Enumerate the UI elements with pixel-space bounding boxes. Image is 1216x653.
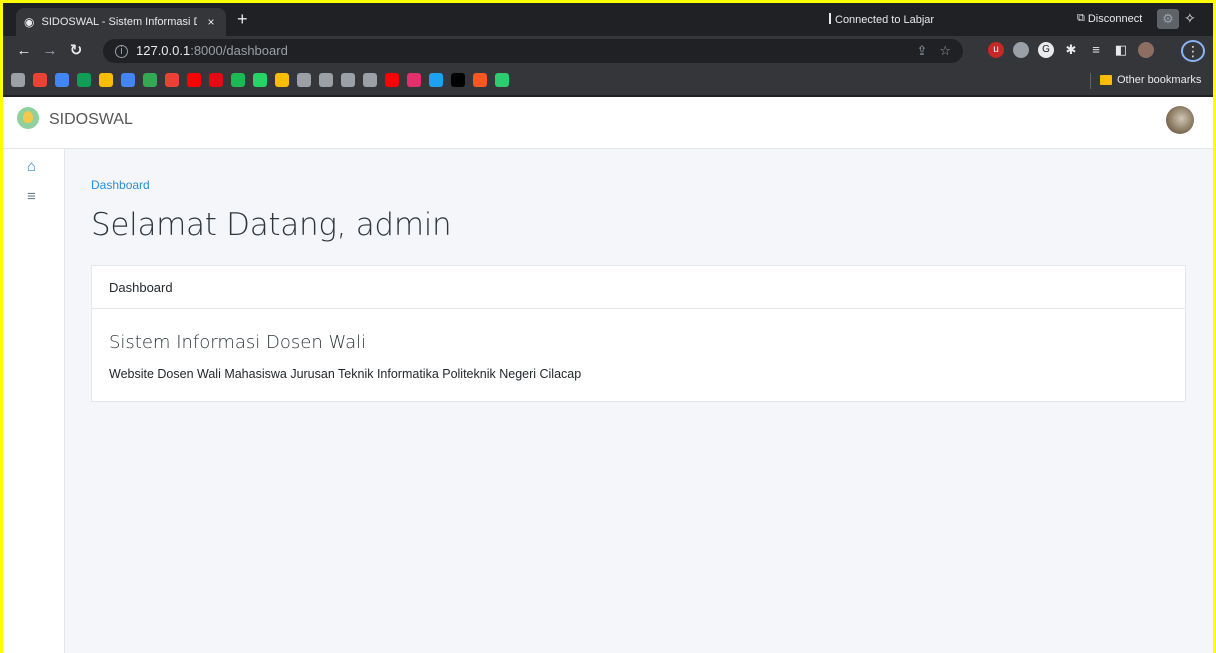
reading-list-icon[interactable]: ≡ <box>1088 42 1104 58</box>
menu-icon[interactable]: ⋮ <box>1181 40 1205 62</box>
remote-desktop-icon: ⧉ <box>1077 12 1085 24</box>
list-icon[interactable]: ≡ <box>27 189 36 205</box>
bookmark-favicon[interactable] <box>55 73 69 87</box>
bookmark-favicon[interactable] <box>407 73 421 87</box>
bookmark-favicon[interactable] <box>187 73 201 87</box>
address-bar[interactable]: i 127.0.0.1:8000/dashboard ⇪ ☆ <box>103 39 963 63</box>
bookmark-favicon[interactable] <box>275 73 289 87</box>
bookmark-favicon[interactable] <box>451 73 465 87</box>
web-page: SIDOSWAL ⌂ ≡ Dashboard Selamat Datang, a… <box>3 97 1213 653</box>
browser-toolbar: ← → ↻ i 127.0.0.1:8000/dashboard ⇪ ☆ u G… <box>3 36 1213 66</box>
app-logo[interactable] <box>17 107 39 129</box>
bookmark-favicon[interactable] <box>297 73 311 87</box>
bookmark-star-icon[interactable]: ☆ <box>939 43 951 59</box>
bookmark-list <box>11 73 509 87</box>
bookmark-divider <box>1090 73 1091 89</box>
forward-button[interactable]: → <box>41 41 59 61</box>
profile-avatar[interactable] <box>1138 42 1154 58</box>
bookmark-favicon[interactable] <box>143 73 157 87</box>
card-header: Dashboard <box>92 266 1185 309</box>
url-host: 127.0.0.1 <box>136 43 191 58</box>
card-title: Sistem Informasi Dosen Wali <box>109 332 367 353</box>
globe-icon: ◉ <box>24 15 35 29</box>
ublock-icon[interactable]: u <box>988 42 1004 58</box>
home-icon[interactable]: ⌂ <box>27 159 36 175</box>
bookmark-favicon[interactable] <box>363 73 377 87</box>
folder-icon <box>1100 75 1112 85</box>
reload-button[interactable]: ↻ <box>67 41 85 61</box>
extension-icon[interactable] <box>1013 42 1029 58</box>
breadcrumb[interactable]: Dashboard <box>91 178 150 192</box>
gear-icon[interactable]: ⚙ <box>1157 9 1179 29</box>
bookmark-favicon[interactable] <box>99 73 113 87</box>
bookmarks-bar: Other bookmarks <box>3 66 1213 96</box>
back-button[interactable]: ← <box>15 41 33 61</box>
bookmark-favicon[interactable] <box>33 73 47 87</box>
side-panel-icon[interactable]: ◧ <box>1113 42 1129 58</box>
bookmark-favicon[interactable] <box>165 73 179 87</box>
bookmark-favicon[interactable] <box>231 73 245 87</box>
other-bookmarks-label: Other bookmarks <box>1117 74 1202 86</box>
disconnect-label: Disconnect <box>1087 12 1143 25</box>
bookmark-favicon[interactable] <box>253 73 267 87</box>
other-bookmarks-button[interactable]: Other bookmarks <box>1100 74 1201 86</box>
bookmark-favicon[interactable] <box>11 73 25 87</box>
tab-strip: ◉ SIDOSWAL - Sistem Informasi Do × + Con… <box>3 3 1213 36</box>
user-avatar[interactable] <box>1166 106 1194 134</box>
new-tab-button[interactable]: + <box>237 9 248 29</box>
page-title: Selamat Datang, admin <box>91 207 452 243</box>
bookmark-favicon[interactable] <box>341 73 355 87</box>
bookmark-favicon[interactable] <box>429 73 443 87</box>
bookmark-favicon[interactable] <box>473 73 487 87</box>
remote-status: Connected to Labjar <box>829 13 934 26</box>
tab-title: SIDOSWAL - Sistem Informasi Do <box>41 16 197 28</box>
main-content: Dashboard Selamat Datang, admin Dashboar… <box>65 149 1213 653</box>
sidebar: ⌂ ≡ <box>3 149 65 653</box>
pin-icon[interactable]: ✧ <box>1184 10 1196 27</box>
browser-tab[interactable]: ◉ SIDOSWAL - Sistem Informasi Do × <box>16 8 226 36</box>
share-icon[interactable]: ⇪ <box>916 43 927 59</box>
browser-window: ◉ SIDOSWAL - Sistem Informasi Do × + Con… <box>3 3 1213 653</box>
brand-name[interactable]: SIDOSWAL <box>49 111 133 129</box>
bookmark-favicon[interactable] <box>385 73 399 87</box>
extensions-area: u G ✱ ≡ ◧ <box>988 42 1154 58</box>
remote-status-label: Connected to Labjar <box>835 14 935 26</box>
bookmark-favicon[interactable] <box>77 73 91 87</box>
app-header: SIDOSWAL <box>3 97 1213 149</box>
bookmark-favicon[interactable] <box>319 73 333 87</box>
url-path: :8000/dashboard <box>190 43 288 58</box>
bookmark-favicon[interactable] <box>121 73 135 87</box>
card-text: Website Dosen Wali Mahasiswa Jurusan Tek… <box>109 367 582 381</box>
close-icon[interactable]: × <box>204 15 218 29</box>
bookmark-favicon[interactable] <box>209 73 223 87</box>
disconnect-button[interactable]: ⧉ Disconnect <box>1077 12 1142 25</box>
info-icon[interactable]: i <box>115 44 128 58</box>
grammarly-icon[interactable]: G <box>1038 42 1054 58</box>
puzzle-icon[interactable]: ✱ <box>1063 42 1079 58</box>
bookmark-favicon[interactable] <box>495 73 509 87</box>
dashboard-card: Dashboard Sistem Informasi Dosen Wali We… <box>91 265 1186 402</box>
